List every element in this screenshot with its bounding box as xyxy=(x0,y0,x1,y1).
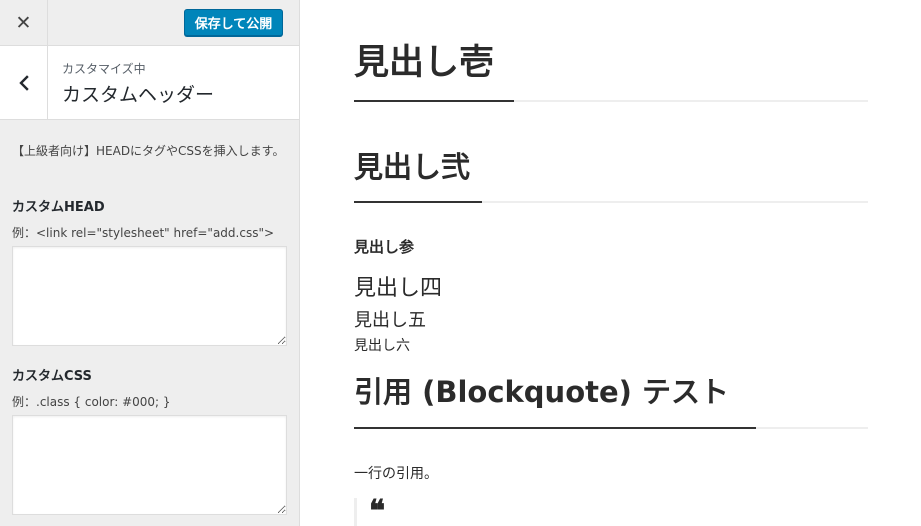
custom-head-hint: 例：<link rel="stylesheet" href="add.css"> xyxy=(12,226,275,240)
customizer-topbar: ✕ 保存して公開 xyxy=(0,0,299,46)
back-button[interactable] xyxy=(0,46,48,119)
customizer-sidebar: ✕ 保存して公開 カスタマイズ中 カスタムヘッダー 【上級者向け】HEADにタグ… xyxy=(0,0,300,526)
heading-2: 見出し弐 xyxy=(354,150,471,184)
blockquote-heading-block: 引用 (Blockquote) テスト xyxy=(354,369,868,429)
heading-5: 見出し五 xyxy=(354,310,426,331)
blockquote-heading-rule xyxy=(354,427,868,429)
heading-1-rule-accent xyxy=(354,100,514,102)
heading-1-block: 見出し壱 xyxy=(354,38,868,102)
single-line-quote-intro: 一行の引用。 xyxy=(354,466,438,482)
heading-6: 見出し六 xyxy=(354,338,410,354)
blockquote-heading-rule-accent xyxy=(354,427,756,429)
save-and-publish-button[interactable]: 保存して公開 xyxy=(184,9,283,36)
site-preview: 見出し壱 見出し弐 見出し参 見出し四 見出し五 見出し六 引用 (Blockq… xyxy=(300,0,921,526)
custom-css-label: カスタムCSS xyxy=(12,369,92,384)
close-icon[interactable]: ✕ xyxy=(0,0,48,45)
section-subtitle: カスタマイズ中 xyxy=(62,62,146,76)
chevron-left-icon xyxy=(18,74,29,91)
section-description: 【上級者向け】HEADにタグやCSSを挿入します。 xyxy=(12,144,285,158)
heading-3: 見出し参 xyxy=(354,238,415,256)
section-header: カスタマイズ中 カスタムヘッダー xyxy=(0,46,299,120)
heading-2-rule xyxy=(354,201,868,203)
custom-head-textarea[interactable] xyxy=(12,246,287,346)
heading-1-rule xyxy=(354,100,868,102)
custom-css-textarea[interactable] xyxy=(12,415,287,515)
heading-2-rule-accent xyxy=(354,201,482,203)
heading-4: 見出し四 xyxy=(354,276,443,301)
custom-css-hint: 例：.class { color: #000; } xyxy=(12,395,171,409)
heading-2-block: 見出し弐 xyxy=(354,145,868,203)
custom-head-label: カスタムHEAD xyxy=(12,200,105,215)
blockquote-heading: 引用 (Blockquote) テスト xyxy=(354,375,730,409)
blockquote-border xyxy=(354,498,357,526)
heading-1: 見出し壱 xyxy=(354,43,495,83)
quote-mark-icon: ❝ xyxy=(369,494,386,526)
section-title: カスタムヘッダー xyxy=(62,84,215,106)
